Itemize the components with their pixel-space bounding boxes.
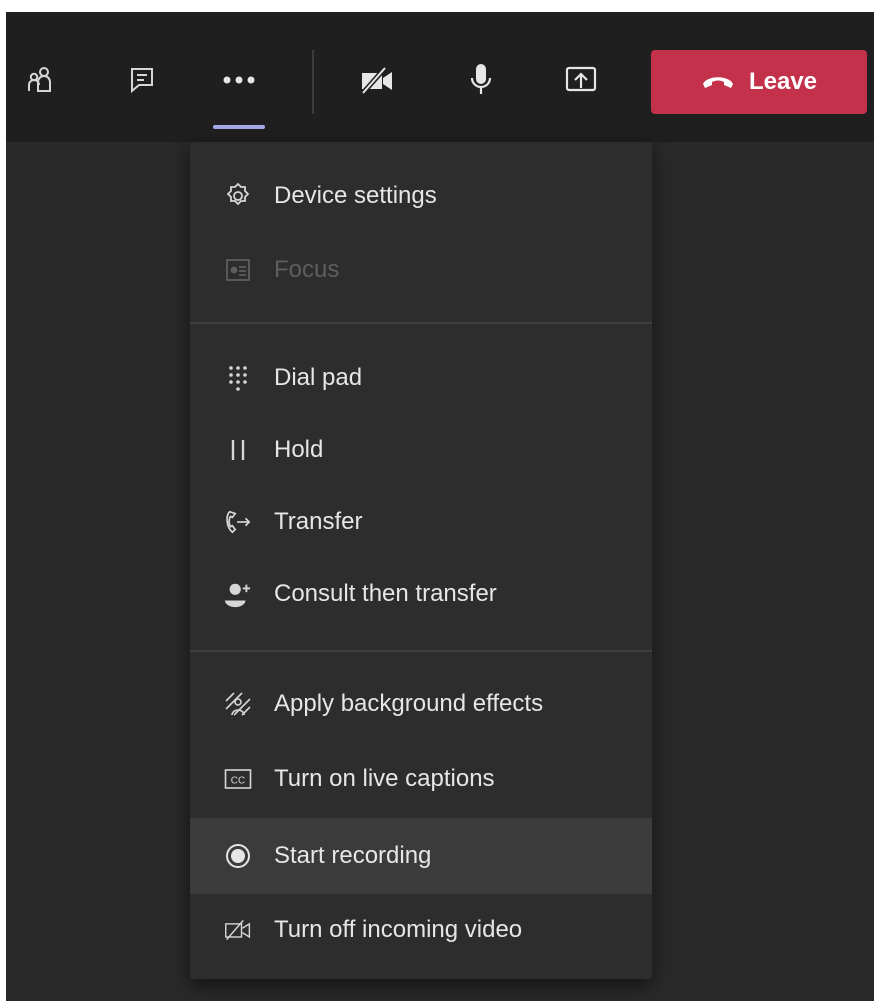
menu-separator (190, 322, 652, 324)
participants-button[interactable] (14, 52, 66, 108)
menu-item-hold[interactable]: Hold (190, 414, 652, 486)
toolbar-divider (312, 50, 314, 114)
camera-off-icon (359, 65, 395, 95)
hang-up-icon (701, 68, 735, 96)
menu-item-label: Turn off incoming video (274, 916, 523, 943)
share-screen-button[interactable] (555, 52, 607, 108)
focus-icon (224, 256, 252, 284)
menu-item-dial-pad[interactable]: Dial pad (190, 342, 652, 414)
captions-badge-text: CC (231, 776, 245, 787)
menu-item-label: Apply background effects (274, 690, 544, 717)
chat-icon (128, 65, 156, 95)
transfer-call-icon (224, 508, 252, 536)
menu-separator (190, 650, 652, 652)
menu-item-device-settings[interactable]: Device settings (190, 160, 652, 232)
chat-button[interactable] (116, 52, 168, 108)
menu-item-label: Hold (274, 436, 324, 463)
menu-item-label: Device settings (274, 182, 437, 209)
dial-pad-icon (224, 364, 252, 392)
menu-item-label: Turn on live captions (274, 765, 495, 792)
menu-item-label: Dial pad (274, 364, 363, 391)
menu-item-transfer[interactable]: Transfer (190, 486, 652, 558)
meeting-window: Leave Device settings Focus Dial pad Hol… (6, 12, 874, 1001)
more-options-menu: Device settings Focus Dial pad Hold Tran… (190, 142, 652, 979)
meeting-toolbar: Leave (6, 12, 874, 142)
menu-item-label: Start recording (274, 842, 432, 869)
leave-button[interactable]: Leave (651, 50, 867, 114)
menu-item-focus: Focus (190, 234, 652, 306)
menu-item-label: Focus (274, 256, 340, 283)
share-screen-icon (564, 64, 598, 96)
microphone-icon (467, 62, 495, 98)
gear-icon (224, 182, 252, 210)
add-person-icon (224, 580, 252, 608)
more-options-button[interactable] (213, 52, 265, 108)
active-tab-indicator (213, 125, 265, 129)
leave-label: Leave (748, 68, 818, 95)
background-effects-icon (224, 690, 252, 718)
record-icon (224, 842, 252, 870)
menu-item-turn-on-live-captions[interactable]: CC Turn on live captions (190, 743, 652, 815)
camera-toggle-button[interactable] (351, 52, 403, 108)
pause-icon (224, 436, 252, 464)
closed-captions-icon: CC (224, 765, 252, 793)
people-icon (25, 65, 55, 95)
menu-item-turn-off-incoming-video[interactable]: Turn off incoming video (190, 894, 652, 966)
menu-item-start-recording[interactable]: Start recording (190, 818, 652, 894)
video-off-icon (224, 916, 252, 944)
microphone-button[interactable] (455, 52, 507, 108)
menu-item-label: Consult then transfer (274, 580, 497, 607)
menu-item-apply-background-effects[interactable]: Apply background effects (190, 668, 652, 740)
menu-item-consult-then-transfer[interactable]: Consult then transfer (190, 558, 652, 630)
menu-item-label: Transfer (274, 508, 363, 535)
more-options-icon (221, 75, 257, 85)
